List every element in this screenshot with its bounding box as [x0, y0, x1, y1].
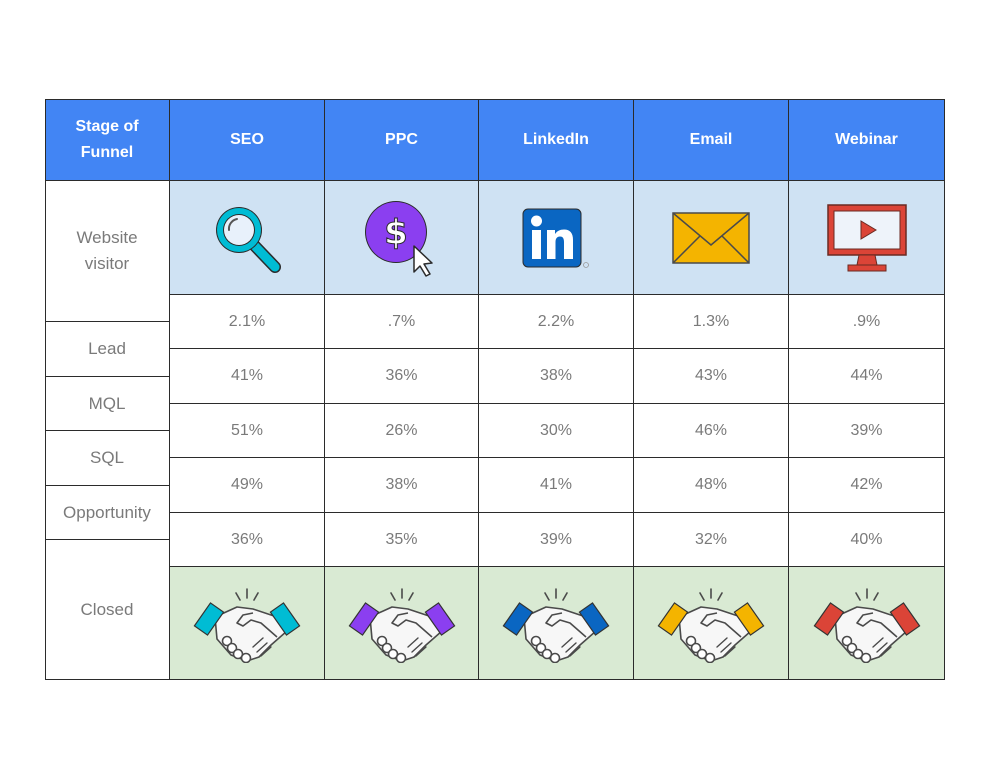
header-label: Stage of Funnel — [75, 117, 139, 161]
conversion-rate: 36% — [385, 367, 418, 384]
header-seo: SEO — [170, 99, 325, 181]
ppc-icon-cell: $ — [325, 181, 479, 295]
funnel-conversion-table: Stage of Funnel SEO PPC LinkedIn Email W… — [45, 99, 945, 680]
conversion-cell-ppc: 38% — [325, 458, 479, 513]
stage-label: Opportunity — [63, 502, 151, 522]
conversion-cell-email: 46% — [634, 404, 789, 458]
closed-cell-webinar — [789, 567, 945, 680]
conversion-cell-seo: 41% — [170, 349, 325, 404]
seo-icon-cell — [170, 181, 325, 295]
conversion-cell-webinar: .9% — [789, 295, 945, 349]
conversion-cell-linkedin: 41% — [479, 458, 634, 513]
conversion-rate: 39% — [539, 530, 573, 548]
conversion-rate: .9% — [852, 312, 881, 330]
closed-cell-linkedin — [479, 567, 634, 680]
conversion-cell-linkedin: 30% — [479, 404, 634, 458]
conversion-rate: 35% — [385, 530, 418, 548]
stage-lead: Lead — [45, 322, 170, 377]
conversion-cell-webinar: 40% — [789, 513, 945, 567]
stage-label: Lead — [88, 339, 126, 358]
conversion-cell-email: 1.3% — [634, 295, 789, 349]
stage-opportunity: Opportunity — [45, 486, 170, 540]
conversion-cell-email: 43% — [634, 349, 789, 404]
header-label: Email — [689, 130, 733, 148]
header-label: PPC — [385, 130, 418, 148]
header-label: SEO — [230, 130, 264, 148]
conversion-cell-webinar: 42% — [789, 458, 945, 513]
conversion-rate: 38% — [539, 367, 573, 384]
conversion-rate: 42% — [850, 476, 883, 493]
stage-label: MQL — [88, 393, 126, 413]
dollar-click-icon: $ — [364, 200, 433, 277]
conversion-rate: 46% — [694, 421, 728, 439]
handshake-icon — [193, 588, 301, 663]
stage-label: Closed — [80, 599, 134, 619]
header-stage-of-funnel: Stage of Funnel — [45, 99, 170, 181]
conversion-rate: 51% — [230, 421, 264, 439]
header-label: LinkedIn — [523, 130, 589, 148]
conversion-cell-seo: 49% — [170, 458, 325, 513]
svg-text:$: $ — [384, 213, 408, 253]
conversion-cell-ppc: 36% — [325, 349, 479, 404]
header-webinar: Webinar — [789, 99, 945, 181]
closed-cell-email — [634, 567, 789, 680]
email-icon-cell — [634, 181, 789, 295]
linkedin-icon — [522, 208, 589, 268]
linkedin-icon-cell — [479, 181, 634, 295]
envelope-icon — [672, 211, 750, 264]
conversion-rate: 40% — [850, 530, 883, 548]
stage-mql: MQL — [45, 377, 170, 431]
conversion-cell-ppc: 35% — [325, 513, 479, 567]
conversion-cell-ppc: .7% — [325, 295, 479, 349]
stage-closed: Closed — [45, 540, 170, 680]
header-email: Email — [634, 99, 789, 181]
handshake-icon — [813, 588, 920, 663]
conversion-rate: 2.2% — [537, 312, 575, 330]
conversion-cell-seo: 51% — [170, 404, 325, 458]
conversion-cell-webinar: 39% — [789, 404, 945, 458]
conversion-rate: 49% — [230, 476, 264, 493]
conversion-rate: 48% — [694, 476, 728, 493]
webinar-icon-cell — [789, 181, 945, 295]
conversion-rate: 2.1% — [228, 312, 266, 330]
handshake-icon — [502, 588, 610, 663]
closed-cell-seo — [170, 567, 325, 680]
conversion-rate: .7% — [387, 312, 416, 330]
conversion-cell-seo: 2.1% — [170, 295, 325, 349]
conversion-rate: 41% — [539, 476, 573, 493]
conversion-rate: 26% — [385, 421, 418, 439]
conversion-cell-ppc: 26% — [325, 404, 479, 458]
conversion-rate: 32% — [694, 530, 728, 548]
handshake-icon — [348, 588, 455, 663]
handshake-icon — [657, 588, 765, 663]
conversion-rate: 38% — [385, 476, 418, 493]
conversion-cell-linkedin: 2.2% — [479, 295, 634, 349]
conversion-cell-email: 32% — [634, 513, 789, 567]
stage-label: Website visitor — [76, 228, 138, 273]
conversion-rate: 39% — [850, 421, 883, 439]
closed-cell-ppc — [325, 567, 479, 680]
conversion-cell-seo: 36% — [170, 513, 325, 567]
conversion-rate: 41% — [230, 367, 264, 384]
conversion-cell-linkedin: 38% — [479, 349, 634, 404]
conversion-rate: 30% — [539, 421, 573, 439]
stage-website-visitor: Website visitor — [45, 181, 170, 322]
header-ppc: PPC — [325, 99, 479, 181]
conversion-cell-linkedin: 39% — [479, 513, 634, 567]
stage-sql: SQL — [45, 431, 170, 486]
conversion-cell-email: 48% — [634, 458, 789, 513]
conversion-rate: 36% — [230, 530, 264, 548]
conversion-rate: 43% — [694, 367, 728, 384]
conversion-rate: 1.3% — [692, 312, 730, 330]
header-label: Webinar — [835, 130, 898, 148]
conversion-rate: 44% — [850, 367, 883, 384]
stage-label: SQL — [89, 448, 125, 467]
magnifier-icon — [216, 206, 281, 273]
header-linkedin: LinkedIn — [479, 99, 634, 181]
conversion-cell-webinar: 44% — [789, 349, 945, 404]
monitor-play-icon — [826, 203, 907, 271]
